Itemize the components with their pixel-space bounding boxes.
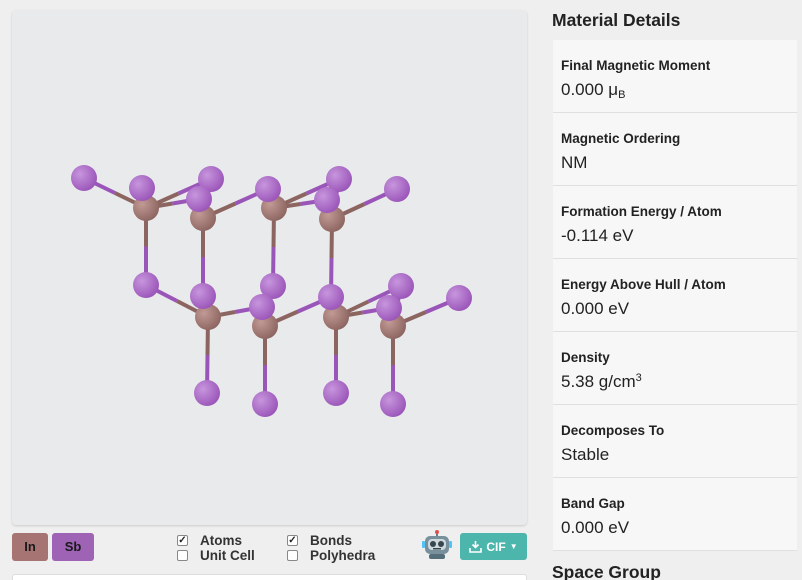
detail-value: 0.000 eV bbox=[561, 518, 630, 537]
toggle-polyhedra[interactable]: Polyhedra bbox=[287, 548, 375, 563]
sb-atom bbox=[255, 176, 281, 202]
sb-atom bbox=[388, 273, 414, 299]
toggle-polyhedra-label: Polyhedra bbox=[310, 548, 376, 563]
robot-icon[interactable] bbox=[422, 530, 452, 560]
toggle-atoms[interactable]: ✓ Atoms bbox=[177, 533, 242, 548]
sb-atom bbox=[133, 272, 159, 298]
sb-atom bbox=[380, 391, 406, 417]
toggle-bonds-label: Bonds bbox=[310, 533, 352, 548]
detail-value: -0.114 eV bbox=[561, 226, 634, 245]
chevron-down-icon: ▼ bbox=[509, 542, 518, 551]
detail-row: Final Magnetic Moment 0.000 μB bbox=[553, 40, 797, 113]
detail-label: Decomposes To bbox=[561, 423, 665, 438]
detail-row: Decomposes To Stable bbox=[553, 405, 797, 478]
sb-atom bbox=[186, 186, 212, 212]
detail-value: Stable bbox=[561, 445, 610, 464]
sb-atom bbox=[376, 295, 402, 321]
toggle-unit-cell-label: Unit Cell bbox=[200, 548, 255, 563]
viewer-controls: In Sb ✓ Atoms Unit Cell ✓ Bonds Polyhedr… bbox=[12, 530, 527, 566]
sb-atom bbox=[249, 294, 275, 320]
toggle-unit-cell[interactable]: Unit Cell bbox=[177, 548, 255, 563]
details-list: Final Magnetic Moment 0.000 μB Magnetic … bbox=[553, 40, 797, 551]
download-icon bbox=[469, 540, 483, 553]
checkbox-unit-cell[interactable] bbox=[177, 550, 188, 561]
detail-label: Band Gap bbox=[561, 496, 625, 511]
detail-value: NM bbox=[561, 153, 588, 172]
export-format-label: CIF bbox=[486, 539, 506, 554]
detail-label: Energy Above Hull / Atom bbox=[561, 277, 726, 292]
detail-value: 0.000 μB bbox=[561, 80, 626, 101]
detail-label: Final Magnetic Moment bbox=[561, 58, 711, 73]
checkbox-bonds[interactable]: ✓ bbox=[287, 535, 298, 546]
element-legend-in[interactable]: In bbox=[12, 533, 48, 561]
detail-value: 5.38 g/cm3 bbox=[561, 372, 642, 391]
toggle-atoms-label: Atoms bbox=[200, 533, 243, 548]
detail-label: Formation Energy / Atom bbox=[561, 204, 722, 219]
sb-atom bbox=[194, 380, 220, 406]
crystal-structure[interactable] bbox=[12, 10, 527, 525]
sb-atom bbox=[384, 176, 410, 202]
sb-atom bbox=[323, 380, 349, 406]
structure-viewer[interactable] bbox=[12, 10, 527, 525]
detail-row: Formation Energy / Atom -0.114 eV bbox=[553, 186, 797, 259]
detail-label: Magnetic Ordering bbox=[561, 131, 681, 146]
space-group-heading: Space Group bbox=[552, 562, 661, 580]
checkbox-polyhedra[interactable] bbox=[287, 550, 298, 561]
material-details-title: Material Details bbox=[552, 10, 681, 30]
detail-row: Density 5.38 g/cm3 bbox=[553, 332, 797, 405]
sb-atom bbox=[314, 187, 340, 213]
export-cif-button[interactable]: CIF ▼ bbox=[460, 533, 527, 560]
sb-atom bbox=[129, 175, 155, 201]
element-legend-sb[interactable]: Sb bbox=[52, 533, 94, 561]
detail-row: Band Gap 0.000 eV bbox=[553, 478, 797, 551]
detail-value: 0.000 eV bbox=[561, 299, 630, 318]
toggle-bonds[interactable]: ✓ Bonds bbox=[287, 533, 352, 548]
panel-below bbox=[12, 574, 527, 580]
sb-atom bbox=[71, 165, 97, 191]
detail-label: Density bbox=[561, 350, 610, 365]
sb-atom bbox=[252, 391, 278, 417]
sb-atom bbox=[446, 285, 472, 311]
checkbox-atoms[interactable]: ✓ bbox=[177, 535, 188, 546]
sb-atom bbox=[318, 284, 344, 310]
sb-atom bbox=[190, 283, 216, 309]
detail-row: Energy Above Hull / Atom 0.000 eV bbox=[553, 259, 797, 332]
detail-row: Magnetic Ordering NM bbox=[553, 113, 797, 186]
